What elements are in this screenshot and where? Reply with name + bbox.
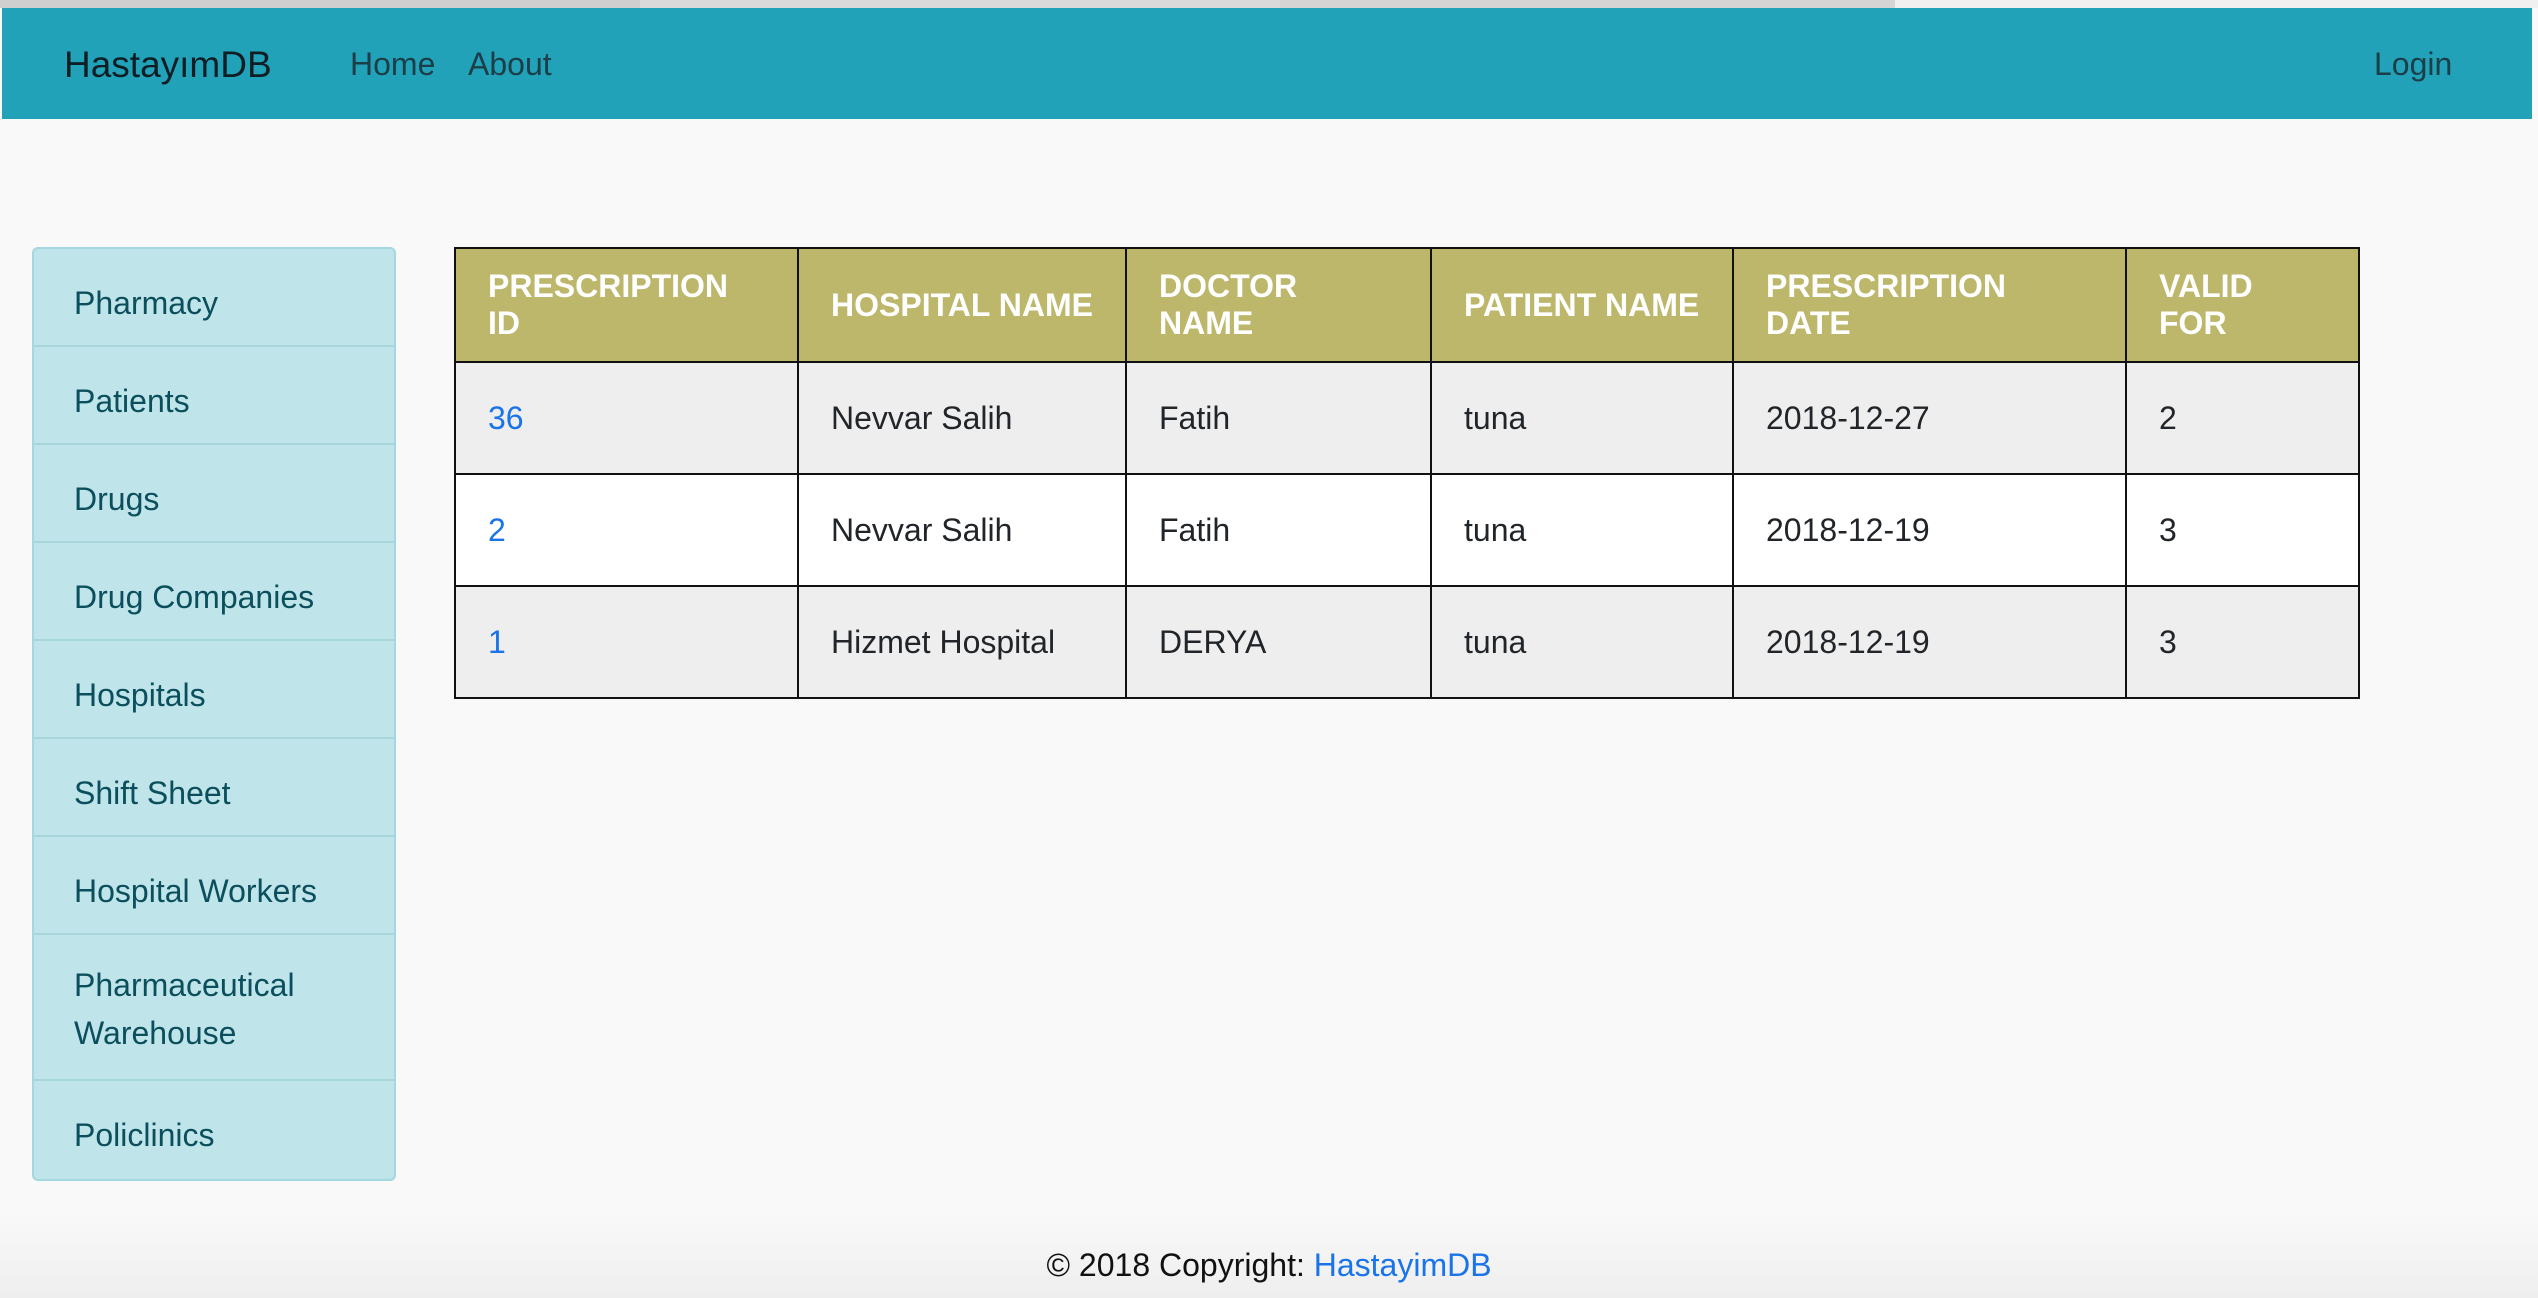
footer-copyright: © 2018 Copyright: HastayimDB	[0, 1247, 2538, 1284]
copyright-text: © 2018 Copyright:	[1046, 1247, 1314, 1283]
nav-about-link[interactable]: About	[468, 46, 552, 83]
table-cell: 2018-12-19	[1732, 473, 2127, 587]
login-link[interactable]: Login	[2374, 46, 2452, 83]
table-cell: 2018-12-19	[1732, 585, 2127, 699]
column-header: DOCTOR NAME	[1125, 247, 1432, 363]
nav-home-link[interactable]: Home	[350, 46, 435, 83]
table-cell: tuna	[1430, 473, 1734, 587]
table-cell: Nevvar Salih	[797, 361, 1127, 475]
browser-tab-strip	[0, 0, 2538, 8]
sidebar-item-pharmaceutical-warehouse[interactable]: Pharmaceutical Warehouse	[34, 935, 394, 1081]
table-cell: Nevvar Salih	[797, 473, 1127, 587]
table-cell: 2	[2125, 361, 2360, 475]
table-row: 2 Nevvar Salih Fatih tuna 2018-12-19 3	[454, 473, 2360, 587]
table-cell: tuna	[1430, 585, 1734, 699]
top-navbar: HastayımDB Home About Login	[2, 8, 2532, 119]
prescriptions-table: PRESCRIPTION ID HOSPITAL NAME DOCTOR NAM…	[454, 247, 2360, 699]
column-header: HOSPITAL NAME	[797, 247, 1127, 363]
sidebar-item-pharmacy[interactable]: Pharmacy	[34, 249, 394, 347]
prescriptions-table-container: PRESCRIPTION ID HOSPITAL NAME DOCTOR NAM…	[454, 247, 2360, 699]
prescription-id-link[interactable]: 1	[488, 624, 506, 660]
column-header: PRESCRIPTION ID	[454, 247, 799, 363]
table-cell: Hizmet Hospital	[797, 585, 1127, 699]
table-cell: 3	[2125, 585, 2360, 699]
table-cell: 3	[2125, 473, 2360, 587]
sidebar-item-patients[interactable]: Patients	[34, 347, 394, 445]
sidebar-menu: Pharmacy Patients Drugs Drug Companies H…	[32, 247, 396, 1181]
table-cell: Fatih	[1125, 361, 1432, 475]
table-cell: DERYA	[1125, 585, 1432, 699]
sidebar-item-drugs[interactable]: Drugs	[34, 445, 394, 543]
table-cell: 2018-12-27	[1732, 361, 2127, 475]
column-header: VALID FOR	[2125, 247, 2360, 363]
table-row: 36 Nevvar Salih Fatih tuna 2018-12-27 2	[454, 361, 2360, 475]
table-cell: Fatih	[1125, 473, 1432, 587]
sidebar-item-hospital-workers[interactable]: Hospital Workers	[34, 837, 394, 935]
page-footer: © 2018 Copyright: HastayimDB	[0, 1212, 2538, 1298]
table-header-row: PRESCRIPTION ID HOSPITAL NAME DOCTOR NAM…	[454, 247, 2360, 363]
table-cell: 2	[454, 473, 799, 587]
footer-home-link[interactable]: HastayimDB	[1314, 1247, 1492, 1283]
sidebar-item-policlinics[interactable]: Policlinics	[34, 1081, 394, 1179]
prescription-id-link[interactable]: 36	[488, 400, 524, 436]
sidebar-item-hospitals[interactable]: Hospitals	[34, 641, 394, 739]
column-header: PRESCRIPTION DATE	[1732, 247, 2127, 363]
table-cell: 36	[454, 361, 799, 475]
column-header: PATIENT NAME	[1430, 247, 1734, 363]
brand-logo[interactable]: HastayımDB	[64, 44, 272, 86]
sidebar-item-drug-companies[interactable]: Drug Companies	[34, 543, 394, 641]
table-row: 1 Hizmet Hospital DERYA tuna 2018-12-19 …	[454, 585, 2360, 699]
table-cell: tuna	[1430, 361, 1734, 475]
table-cell: 1	[454, 585, 799, 699]
sidebar-item-shift-sheet[interactable]: Shift Sheet	[34, 739, 394, 837]
prescription-id-link[interactable]: 2	[488, 512, 506, 548]
